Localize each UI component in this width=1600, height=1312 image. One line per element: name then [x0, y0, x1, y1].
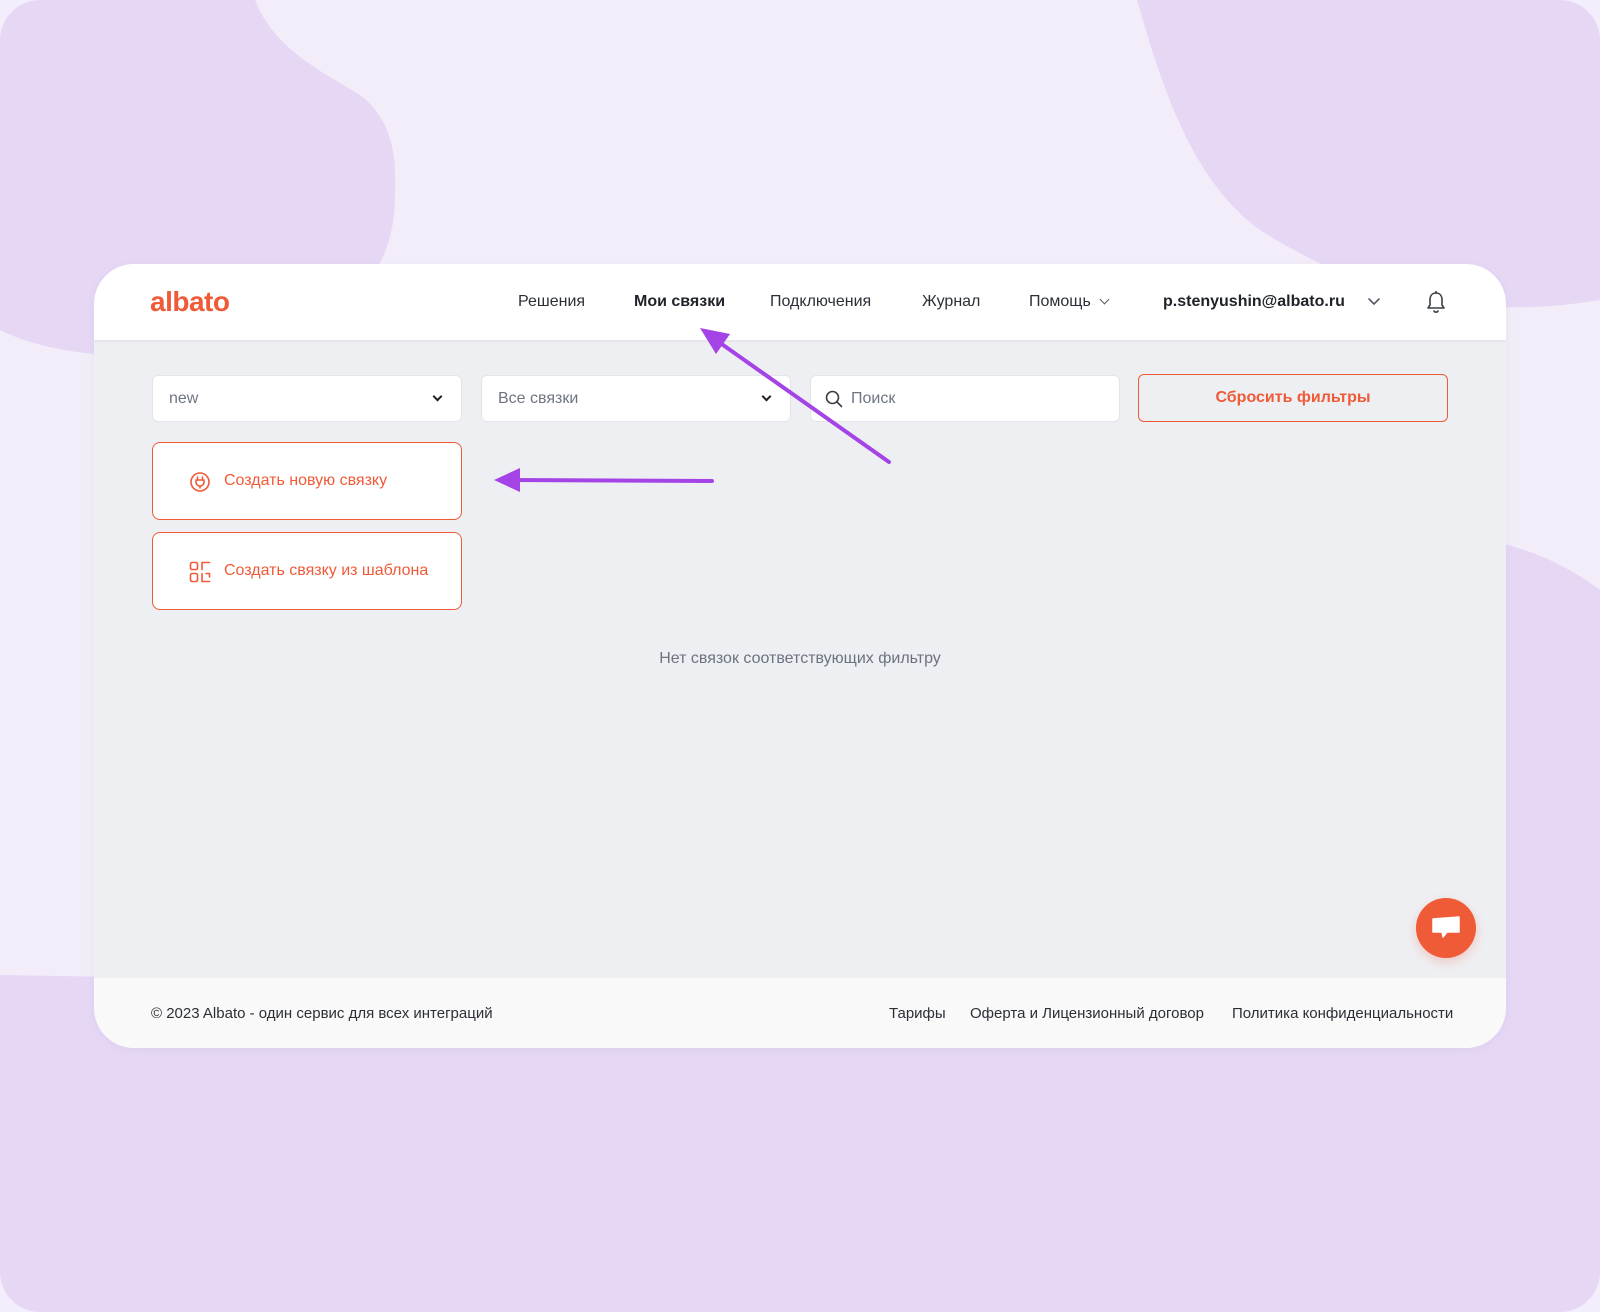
- chevron-down-icon: [761, 391, 772, 402]
- footer-link-offer[interactable]: Оферта и Лицензионный договор: [970, 1005, 1204, 1022]
- nav-item-log[interactable]: Журнал: [922, 293, 980, 311]
- search-input[interactable]: [851, 376, 1111, 421]
- chevron-down-icon: [432, 391, 443, 402]
- chevron-down-icon: [1099, 294, 1110, 305]
- nav-item-connections[interactable]: Подключения: [770, 293, 871, 311]
- folder-select[interactable]: new: [152, 375, 462, 422]
- nav-item-solutions[interactable]: Решения: [518, 293, 585, 311]
- footer-link-privacy[interactable]: Политика конфиденциальности: [1232, 1005, 1453, 1022]
- create-from-template-label: Создать связку из шаблона: [224, 562, 429, 579]
- create-new-bundle-button[interactable]: Создать новую связку: [152, 442, 462, 520]
- status-select-value: Все связки: [498, 390, 579, 407]
- create-new-bundle-label: Создать новую связку: [224, 472, 388, 489]
- user-email[interactable]: p.stenyushin@albato.ru: [1163, 293, 1345, 311]
- albato-logo[interactable]: albato: [150, 286, 230, 318]
- status-select[interactable]: Все связки: [481, 375, 791, 422]
- chat-icon: [1432, 916, 1460, 938]
- bell-icon[interactable]: [1424, 290, 1448, 316]
- plug-icon: [190, 472, 210, 492]
- search-box[interactable]: [810, 375, 1120, 422]
- nav-item-my-bundles[interactable]: Мои связки: [634, 293, 725, 311]
- reset-filters-button[interactable]: Сбросить фильтры: [1138, 374, 1448, 422]
- nav-item-help-label: Помощь: [1029, 293, 1091, 310]
- create-from-template-button[interactable]: Создать связку из шаблона: [152, 532, 462, 610]
- footer-link-pricing[interactable]: Тарифы: [889, 1005, 946, 1022]
- search-icon: [825, 390, 843, 408]
- nav-item-help[interactable]: Помощь: [1029, 293, 1110, 311]
- folder-select-value: new: [169, 390, 199, 407]
- footer: © 2023 Albato - один сервис для всех инт…: [94, 978, 1506, 1048]
- app-window: albato Решения Мои связки Подключения Жу…: [94, 264, 1506, 1048]
- chevron-down-icon[interactable]: [1364, 291, 1384, 311]
- chat-button[interactable]: [1416, 898, 1476, 958]
- empty-state-message: Нет связок соответствующих фильтру: [659, 650, 941, 667]
- top-navbar: albato Решения Мои связки Подключения Жу…: [94, 264, 1506, 342]
- footer-copyright: © 2023 Albato - один сервис для всех инт…: [151, 1005, 493, 1022]
- template-icon: [189, 561, 211, 583]
